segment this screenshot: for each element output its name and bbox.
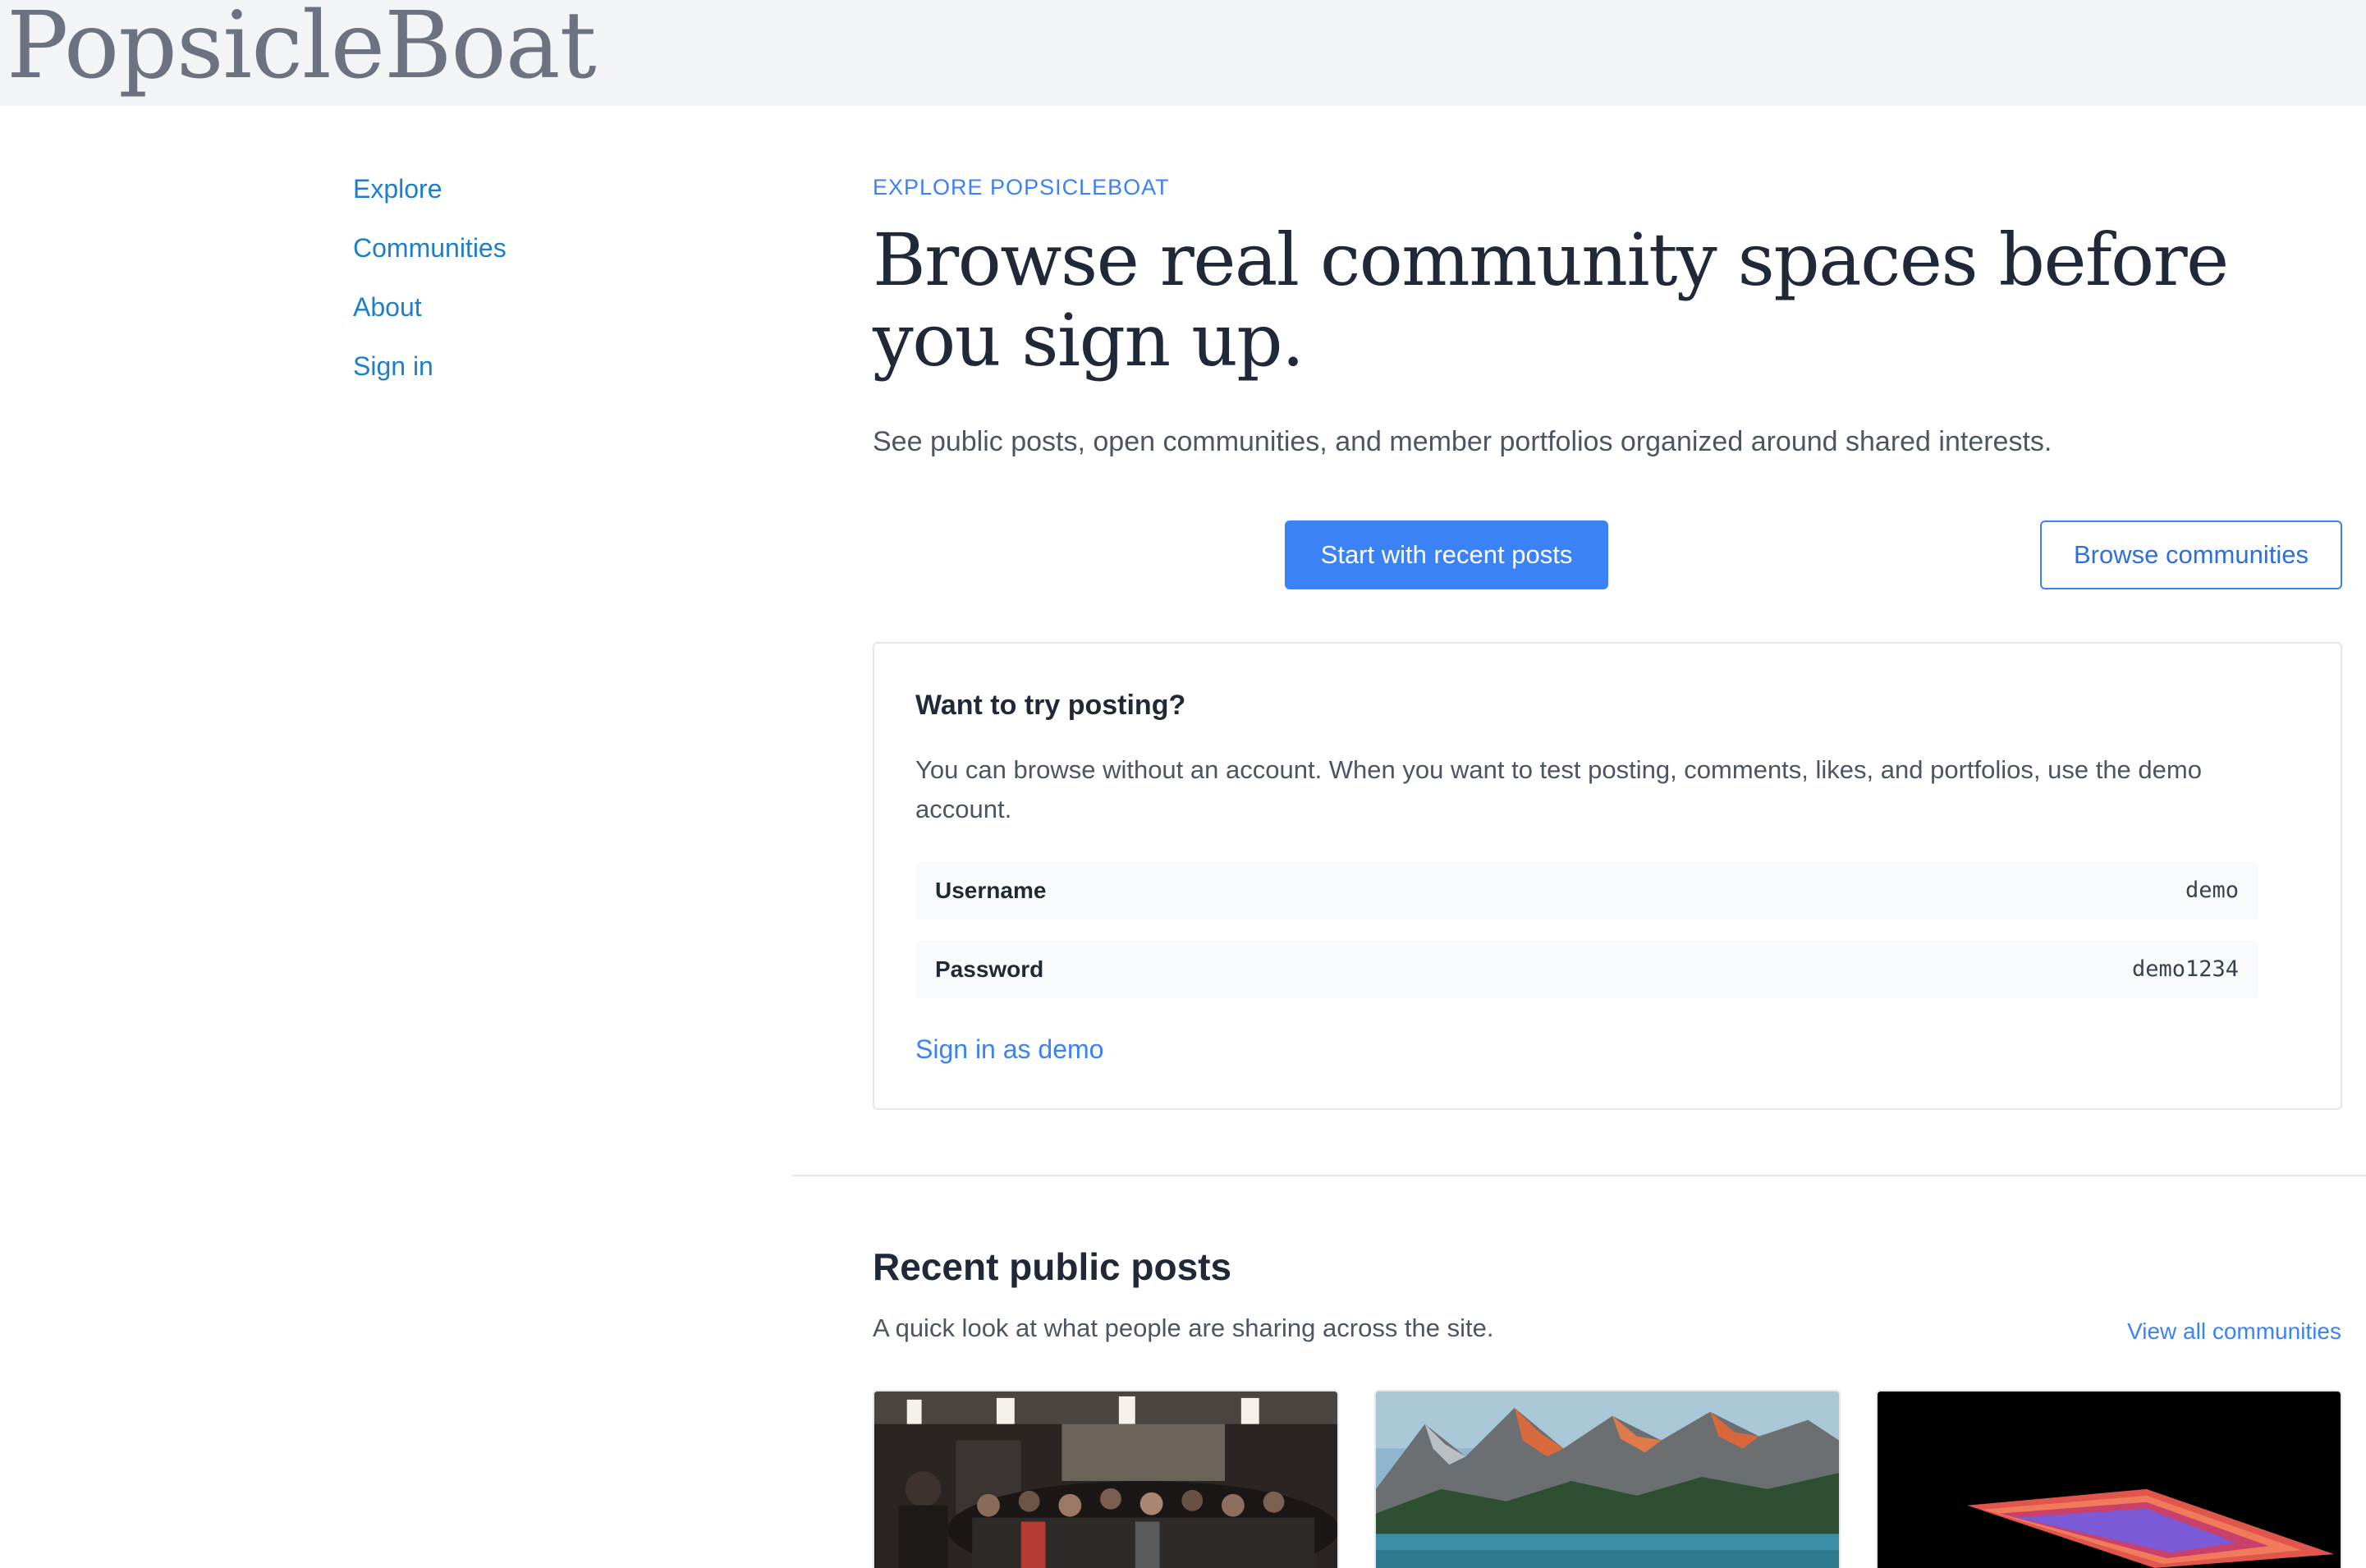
view-all-communities-link[interactable]: View all communities bbox=[2127, 1318, 2341, 1345]
recent-posts-subtitle: A quick look at what people are sharing … bbox=[873, 1314, 1494, 1342]
hero-subtitle: See public posts, open communities, and … bbox=[873, 426, 2052, 457]
sidebar-item-about[interactable]: About bbox=[353, 291, 507, 323]
mountain-lake-image bbox=[1376, 1391, 1839, 1568]
site-header: PopsicleBoat bbox=[0, 0, 2366, 106]
post-card-image[interactable] bbox=[1374, 1390, 1841, 1568]
demo-account-card: Want to try posting? You can browse with… bbox=[873, 642, 2342, 1110]
username-label: Username bbox=[935, 878, 1047, 903]
hero-title: Browse real community spaces before you … bbox=[873, 218, 2229, 383]
password-row: Password demo1234 bbox=[915, 941, 2258, 998]
sidebar-item-explore[interactable]: Explore bbox=[353, 172, 507, 205]
sign-in-as-demo-link[interactable]: Sign in as demo bbox=[915, 1034, 1103, 1065]
username-row: Username demo bbox=[915, 862, 2258, 919]
sidebar-item-communities[interactable]: Communities bbox=[353, 232, 507, 264]
site-logo[interactable]: PopsicleBoat bbox=[7, 0, 597, 97]
post-card-image[interactable] bbox=[873, 1390, 1339, 1568]
username-value: demo bbox=[2185, 878, 2239, 903]
sidebar-nav: Explore Communities About Sign in bbox=[353, 172, 507, 409]
recent-posts-title: Recent public posts bbox=[873, 1245, 1232, 1288]
start-recent-posts-button[interactable]: Start with recent posts bbox=[1285, 520, 1608, 589]
event-crowd-image bbox=[874, 1391, 1337, 1568]
password-value: demo1234 bbox=[2131, 956, 2239, 982]
sidebar-item-sign-in[interactable]: Sign in bbox=[353, 350, 507, 383]
laptop-glow-image bbox=[1878, 1391, 2341, 1568]
browse-communities-button[interactable]: Browse communities bbox=[2040, 520, 2342, 589]
demo-card-text: You can browse without an account. When … bbox=[915, 755, 2202, 823]
demo-card-title: Want to try posting? bbox=[915, 690, 1186, 721]
post-card-image[interactable] bbox=[1876, 1390, 2342, 1568]
hero-eyebrow: EXPLORE POPSICLEBOAT bbox=[873, 175, 1170, 199]
section-divider bbox=[792, 1175, 2366, 1176]
password-label: Password bbox=[935, 956, 1044, 982]
